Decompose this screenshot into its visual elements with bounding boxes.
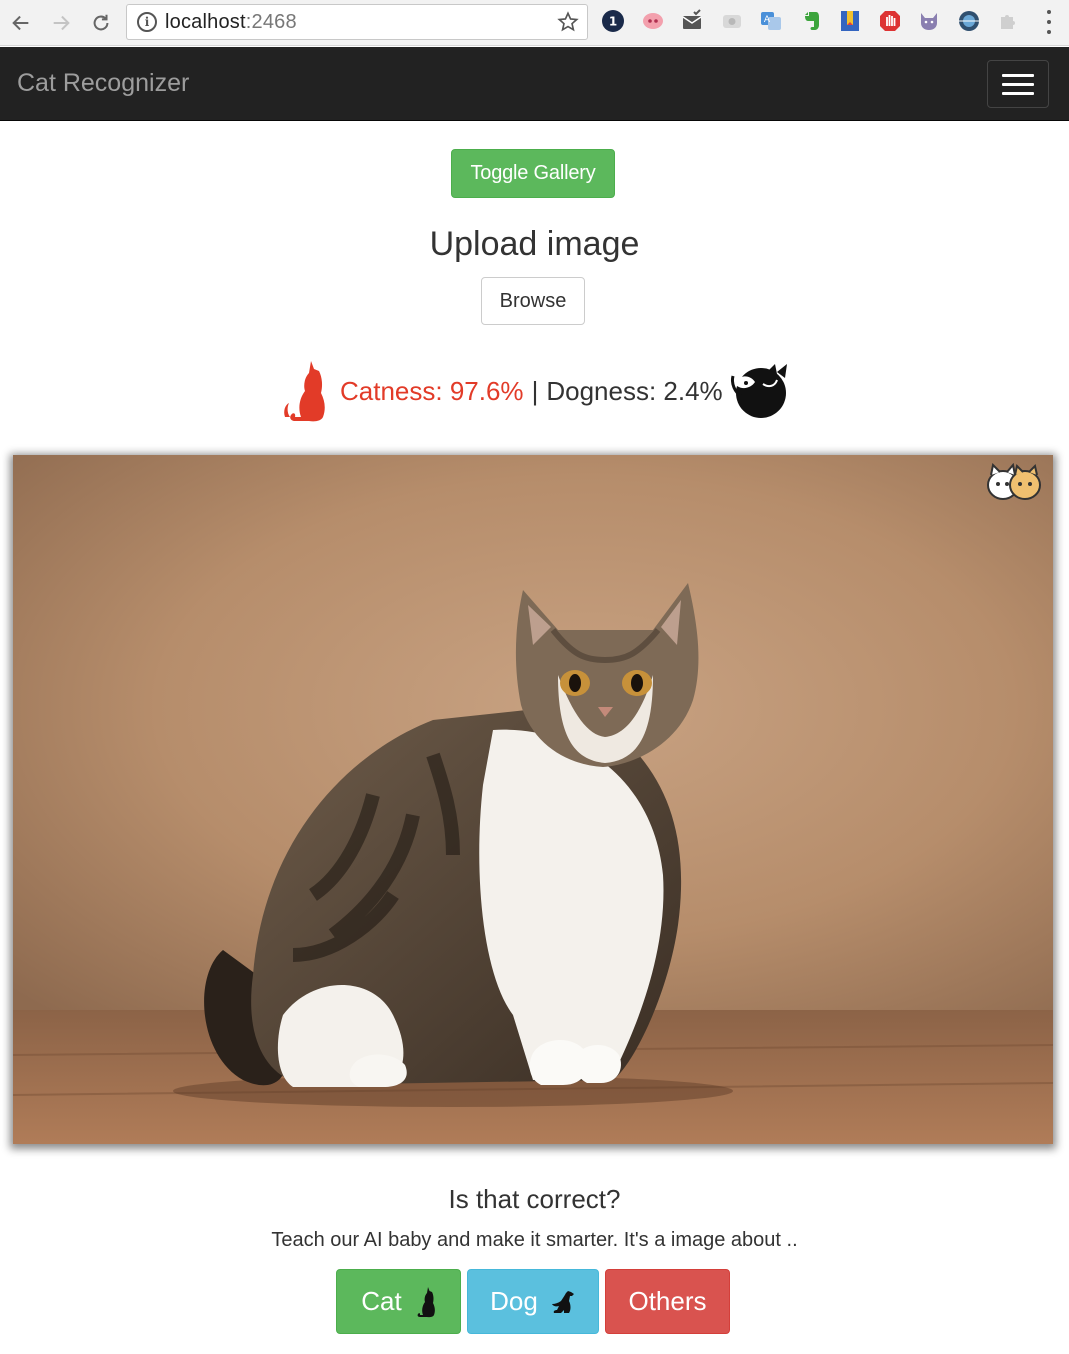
feedback-prompt: Teach our AI baby and make it smarter. I… <box>271 1229 798 1251</box>
bookmark-star-icon[interactable] <box>557 11 579 33</box>
onepassword-icon[interactable]: 1 <box>600 8 626 34</box>
forward-arrow-icon[interactable] <box>44 6 78 40</box>
dog-cat-curled-icon <box>730 364 787 418</box>
url-text: localhost:2468 <box>165 11 297 34</box>
cat-sitting-icon <box>417 1286 435 1317</box>
info-icon[interactable]: i <box>137 12 157 32</box>
globe-ext-icon[interactable] <box>956 8 982 34</box>
bookmark-ribbon-icon[interactable] <box>837 8 863 34</box>
dog-sitting-icon <box>551 1290 574 1313</box>
camera-icon[interactable] <box>719 8 745 34</box>
uploaded-cat-photo <box>13 455 1053 1144</box>
result-separator: | <box>531 375 539 406</box>
dogness-score: Dogness: 2.4% <box>546 375 723 406</box>
pig-icon[interactable] <box>640 8 666 34</box>
translate-icon[interactable]: A <box>758 8 784 34</box>
svg-text:A: A <box>764 15 771 25</box>
cat-answer-label: Cat <box>361 1286 402 1316</box>
reload-icon[interactable] <box>84 6 118 40</box>
mail-check-icon[interactable] <box>679 8 705 34</box>
cat-silhouette-icon <box>284 361 325 422</box>
prediction-result: Catness: 97.6% | Dogness: 2.4% <box>281 358 793 424</box>
feedback-question: Is that correct? <box>448 1184 621 1214</box>
browser-toolbar: i localhost:2468 1 A <box>0 0 1069 46</box>
dog-answer-button[interactable]: Dog <box>467 1269 599 1334</box>
menu-kebab-icon[interactable] <box>1045 10 1053 34</box>
browse-button[interactable]: Browse <box>481 277 585 325</box>
toggle-gallery-button[interactable]: Toggle Gallery <box>451 149 615 198</box>
extensions-bar: 1 A <box>600 8 1035 34</box>
upload-title: Upload image <box>429 225 640 263</box>
cat-answer-button[interactable]: Cat <box>336 1269 461 1334</box>
svg-text:1: 1 <box>609 15 617 29</box>
brand-title[interactable]: Cat Recognizer <box>17 69 189 98</box>
catness-score: Catness: 97.6% <box>340 375 524 406</box>
address-bar[interactable]: i localhost:2468 <box>126 4 588 40</box>
hamburger-menu-button[interactable] <box>987 60 1049 108</box>
cat-ext-icon[interactable] <box>916 8 942 34</box>
back-arrow-icon[interactable] <box>4 6 38 40</box>
gallery-cats-icon[interactable] <box>985 463 1043 503</box>
others-answer-button[interactable]: Others <box>605 1269 730 1334</box>
dog-answer-label: Dog <box>490 1286 538 1316</box>
url-host: localhost <box>165 10 246 33</box>
evernote-icon[interactable] <box>798 8 824 34</box>
app-navbar: Cat Recognizer <box>0 47 1069 121</box>
puzzle-ext-icon[interactable] <box>995 8 1021 34</box>
stop-hand-icon[interactable] <box>877 8 903 34</box>
url-port: :2468 <box>245 10 297 33</box>
